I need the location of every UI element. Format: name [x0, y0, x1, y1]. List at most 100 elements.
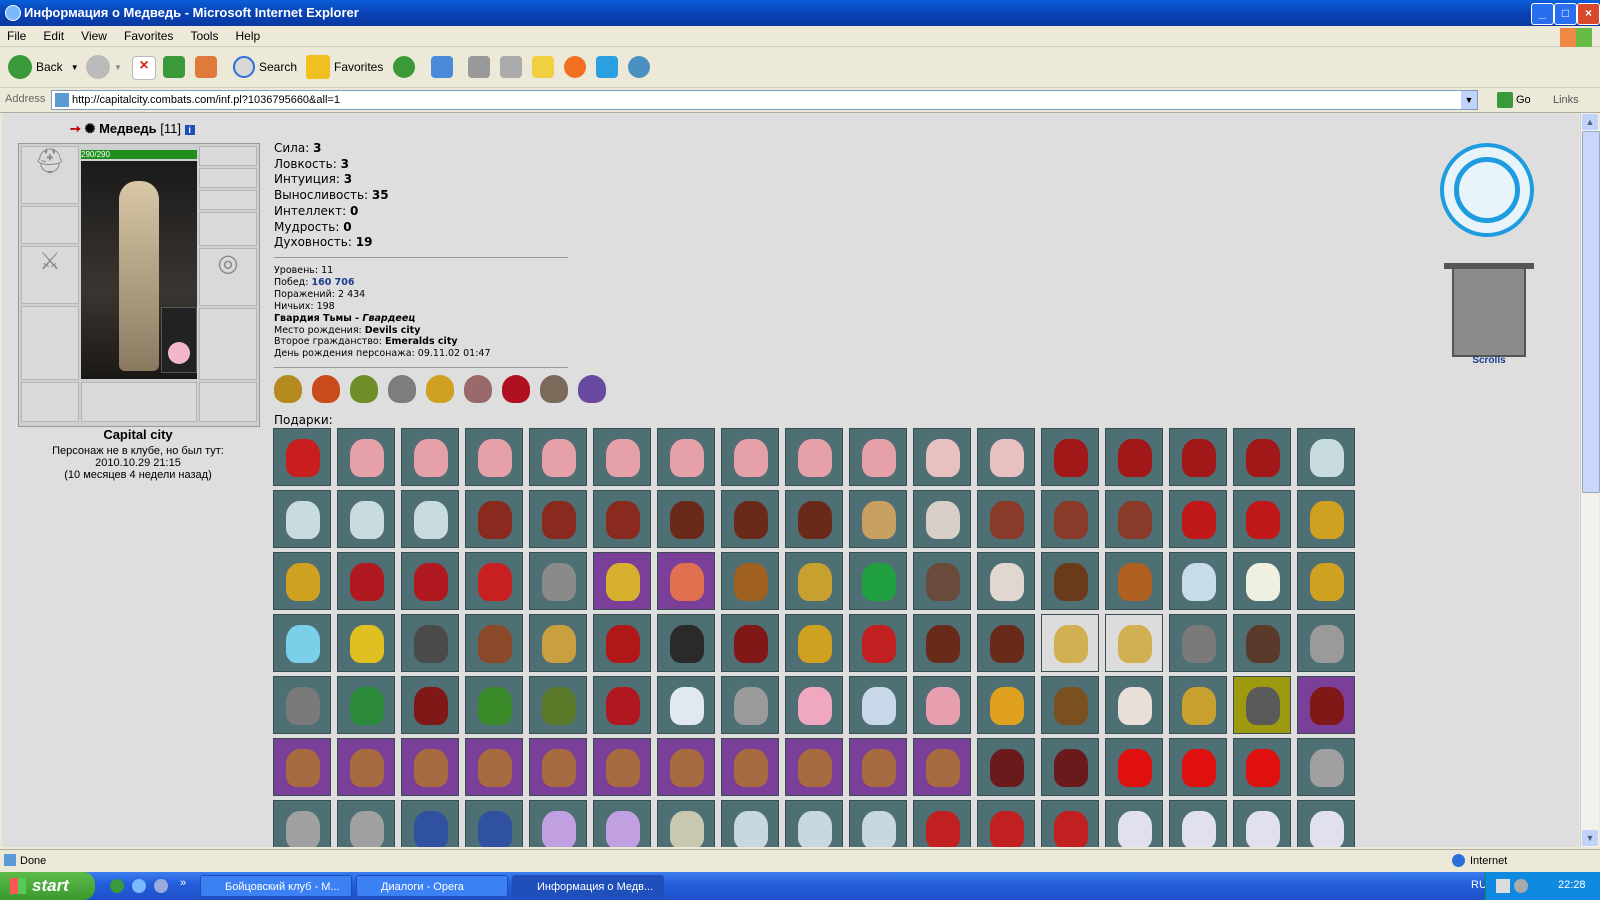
gift-item[interactable] — [401, 676, 459, 734]
gift-item[interactable] — [529, 676, 587, 734]
gift-item[interactable] — [657, 428, 715, 486]
gift-item[interactable] — [1169, 676, 1227, 734]
menu-file[interactable]: File — [0, 26, 33, 43]
gift-item[interactable] — [977, 428, 1035, 486]
badge-icon[interactable] — [350, 375, 378, 403]
close-button[interactable]: × — [1577, 3, 1600, 25]
people-icon[interactable] — [628, 56, 650, 78]
task-ie[interactable]: Информация о Медв... — [512, 875, 664, 897]
gift-item[interactable] — [529, 800, 587, 847]
gift-item[interactable] — [1233, 800, 1291, 847]
gift-item[interactable] — [913, 800, 971, 847]
tray-icon[interactable] — [1496, 879, 1510, 893]
gift-item[interactable] — [913, 614, 971, 672]
gloves-slot[interactable] — [199, 212, 257, 246]
quicklaunch-icon[interactable] — [154, 879, 168, 893]
badge-icon[interactable] — [274, 375, 302, 403]
gift-item[interactable] — [977, 676, 1035, 734]
gift-item[interactable] — [977, 614, 1035, 672]
runes-slot[interactable] — [81, 382, 197, 422]
address-dropdown[interactable]: ▼ — [1461, 91, 1477, 109]
armor-slot[interactable] — [21, 306, 79, 380]
gift-item[interactable] — [1169, 428, 1227, 486]
gift-item[interactable] — [849, 552, 907, 610]
gift-item[interactable] — [1105, 614, 1163, 672]
tray-icon[interactable] — [1514, 879, 1528, 893]
belt-slot[interactable] — [21, 382, 79, 422]
boots-slot[interactable] — [199, 382, 257, 422]
forward-button[interactable]: ▼ — [86, 53, 122, 81]
gift-item[interactable] — [1297, 552, 1355, 610]
gift-item[interactable] — [1169, 614, 1227, 672]
gift-item[interactable] — [401, 552, 459, 610]
gift-item[interactable] — [401, 800, 459, 847]
gift-item[interactable] — [465, 676, 523, 734]
gift-item[interactable] — [273, 676, 331, 734]
gift-item[interactable] — [1233, 676, 1291, 734]
menu-view[interactable]: View — [74, 26, 114, 43]
gift-item[interactable] — [529, 428, 587, 486]
gift-item[interactable] — [401, 428, 459, 486]
gift-item[interactable] — [1169, 738, 1227, 796]
gift-item[interactable] — [1041, 738, 1099, 796]
gift-item[interactable] — [977, 800, 1035, 847]
gift-item[interactable] — [849, 738, 907, 796]
gift-item[interactable] — [1233, 428, 1291, 486]
gift-item[interactable] — [849, 614, 907, 672]
gift-item[interactable] — [657, 800, 715, 847]
gift-item[interactable] — [721, 490, 779, 548]
window-titlebar[interactable]: Информация о Медведь - Microsoft Interne… — [0, 0, 1600, 26]
gift-item[interactable] — [1297, 490, 1355, 548]
scroll-thumb[interactable] — [1582, 131, 1600, 493]
vertical-scrollbar[interactable]: ▲ ▼ — [1580, 113, 1600, 847]
stop-icon[interactable]: × — [132, 56, 156, 80]
gift-item[interactable] — [1105, 428, 1163, 486]
gift-item[interactable] — [337, 738, 395, 796]
badge-icon[interactable] — [578, 375, 606, 403]
weapon-slot[interactable]: ⚔ — [21, 246, 79, 304]
gift-item[interactable] — [1233, 552, 1291, 610]
gift-item[interactable] — [721, 614, 779, 672]
scroll-up-icon[interactable]: ▲ — [1582, 114, 1598, 130]
gift-item[interactable] — [1297, 800, 1355, 847]
gift-item[interactable] — [465, 490, 523, 548]
gift-item[interactable] — [913, 676, 971, 734]
gift-item[interactable] — [977, 552, 1035, 610]
bracers-slot[interactable] — [21, 206, 79, 244]
helmet-slot[interactable]: ⛑ — [21, 146, 79, 204]
gift-item[interactable] — [1105, 552, 1163, 610]
private-arrow-icon[interactable]: ➙ — [70, 121, 81, 136]
gift-item[interactable] — [529, 552, 587, 610]
badge-icon[interactable] — [312, 375, 340, 403]
amulet-slot[interactable] — [199, 168, 257, 188]
gift-item[interactable] — [465, 738, 523, 796]
gift-item[interactable] — [657, 552, 715, 610]
gift-item[interactable] — [593, 490, 651, 548]
gift-item[interactable] — [1233, 614, 1291, 672]
gift-item[interactable] — [273, 738, 331, 796]
badge-icon[interactable] — [540, 375, 568, 403]
start-button[interactable]: start — [0, 872, 95, 900]
gift-item[interactable] — [721, 738, 779, 796]
menu-edit[interactable]: Edit — [36, 26, 71, 43]
gift-item[interactable] — [337, 490, 395, 548]
gift-item[interactable] — [657, 614, 715, 672]
gift-item[interactable] — [1233, 738, 1291, 796]
site-logo[interactable] — [1440, 143, 1534, 237]
gift-item[interactable] — [913, 490, 971, 548]
gift-item[interactable] — [401, 738, 459, 796]
gift-item[interactable] — [785, 552, 843, 610]
gift-item[interactable] — [785, 800, 843, 847]
skype-icon[interactable] — [596, 56, 618, 78]
go-button[interactable]: Go — [1497, 92, 1531, 108]
gift-item[interactable] — [1297, 738, 1355, 796]
gift-item[interactable] — [1105, 800, 1163, 847]
history-icon[interactable] — [393, 56, 415, 78]
quicklaunch-icon[interactable] — [110, 879, 124, 893]
gift-item[interactable] — [785, 738, 843, 796]
gift-item[interactable] — [593, 800, 651, 847]
gift-item[interactable] — [1297, 428, 1355, 486]
gift-item[interactable] — [1297, 614, 1355, 672]
menu-tools[interactable]: Tools — [183, 26, 225, 43]
gift-item[interactable] — [657, 490, 715, 548]
